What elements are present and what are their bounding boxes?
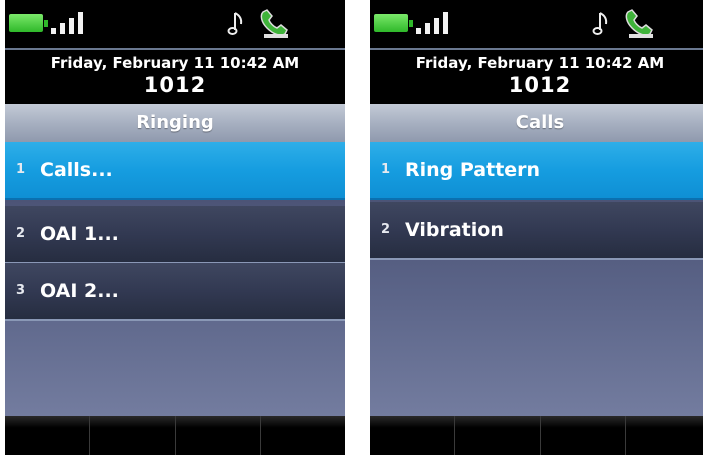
menu-item-number: 1 [16, 162, 26, 177]
softkey-3[interactable] [174, 416, 260, 455]
signal-strength-icon [416, 12, 450, 34]
header: Friday, February 11 10:42 AM 1012 [5, 48, 345, 106]
menu-item-oai-1[interactable]: 2 OAI 1... [5, 206, 345, 264]
date-time: Friday, February 11 10:42 AM [50, 54, 300, 72]
phone-screen-ringing: Friday, February 11 10:42 AM 1012 Ringin… [5, 0, 345, 455]
menu-item-oai-2[interactable]: 3 OAI 2... [5, 263, 345, 321]
extension-number: 1012 [508, 73, 572, 97]
battery-full-icon [9, 14, 48, 32]
softkey-1[interactable] [370, 416, 454, 455]
handset-registered-icon [625, 9, 653, 38]
menu-item-number: 3 [16, 283, 26, 298]
menu-item-number: 2 [381, 222, 391, 237]
softkey-4[interactable] [624, 416, 703, 455]
softkey-4[interactable] [259, 416, 345, 455]
page-title: Calls [370, 104, 703, 142]
menu-item-label: Vibration [405, 219, 504, 241]
extension-number: 1012 [143, 73, 207, 97]
menu-item-ring-pattern[interactable]: 1 Ring Pattern [370, 142, 703, 200]
softkey-bar [370, 416, 703, 455]
menu-item-calls[interactable]: 1 Calls... [5, 142, 345, 200]
softkey-2[interactable] [454, 416, 539, 455]
signal-strength-icon [51, 12, 85, 34]
softkey-2[interactable] [89, 416, 174, 455]
date-time: Friday, February 11 10:42 AM [415, 54, 665, 72]
header: Friday, February 11 10:42 AM 1012 [370, 48, 703, 106]
menu-item-label: Calls... [40, 159, 113, 181]
menu-item-number: 1 [381, 162, 391, 177]
menu-item-label: Ring Pattern [405, 159, 541, 181]
battery-full-icon [374, 14, 413, 32]
softkey-3[interactable] [539, 416, 625, 455]
page-title: Ringing [5, 104, 345, 142]
menu-item-number: 2 [16, 226, 26, 241]
softkey-1[interactable] [5, 416, 89, 455]
status-bar [370, 0, 703, 46]
music-note-icon [592, 12, 608, 35]
phone-screen-calls: Friday, February 11 10:42 AM 1012 Calls … [370, 0, 703, 455]
status-bar [5, 0, 345, 46]
handset-registered-icon [260, 9, 288, 38]
softkey-bar [5, 416, 345, 455]
menu-list: 1 Calls... 2 OAI 1... 3 OAI 2... [5, 142, 345, 416]
music-note-icon [227, 12, 243, 35]
menu-item-vibration[interactable]: 2 Vibration [370, 202, 703, 260]
menu-list: 1 Ring Pattern 2 Vibration [370, 142, 703, 416]
menu-item-label: OAI 1... [40, 223, 119, 245]
menu-item-label: OAI 2... [40, 280, 119, 302]
